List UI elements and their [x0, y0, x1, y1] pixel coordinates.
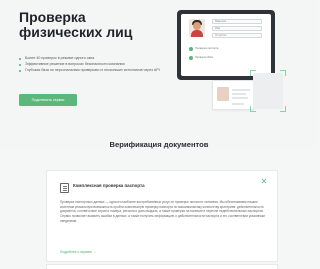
more-link[interactable]: Подробнее о сервисе →	[60, 250, 96, 254]
service-card: Комплексная проверка паспорта ✕ Проверка…	[46, 170, 278, 262]
card-description: Проверка паспортных данных — одна из наи…	[60, 200, 265, 223]
check-dot-icon	[189, 56, 193, 60]
feature-list: Более 40 проверок в режиме одного окна Э…	[19, 56, 169, 74]
check-dot-icon	[189, 47, 193, 51]
card-title: Комплексная проверка паспорта	[73, 183, 145, 188]
hero-title: Проверка физических лиц	[19, 9, 133, 40]
document-icon	[60, 183, 69, 193]
feature-item: Более 40 проверок в режиме одного окна	[19, 56, 169, 61]
check-item-inn: Проверка ИНН	[189, 55, 229, 61]
form-field-patronymic: Отчество	[212, 33, 262, 38]
passport-photo-icon	[217, 87, 229, 101]
close-icon[interactable]: ✕	[259, 177, 269, 187]
form-field-surname: Фамилия	[212, 19, 262, 24]
connect-service-button[interactable]: Подключить сервис	[19, 94, 77, 106]
section-title: Верификация документов	[109, 140, 209, 149]
check-item-passport: Проверка паспорта	[189, 46, 229, 52]
passport-illustration	[212, 80, 254, 110]
feature-item: Эффективное решение в вопросах безопасно…	[19, 62, 169, 67]
scan-frame-icon	[250, 70, 286, 112]
next-card	[46, 264, 278, 269]
feature-item: Глубокая база по персональным проверкам …	[19, 68, 169, 73]
tablet-illustration: Фамилия Имя Отчество Проверка паспорта П…	[177, 10, 275, 80]
tablet-screen: Фамилия Имя Отчество Проверка паспорта П…	[181, 14, 271, 76]
hero-section: Проверка физических лиц Более 40 проверо…	[0, 0, 318, 150]
form-field-name: Имя	[212, 26, 262, 31]
person-avatar	[189, 19, 205, 37]
